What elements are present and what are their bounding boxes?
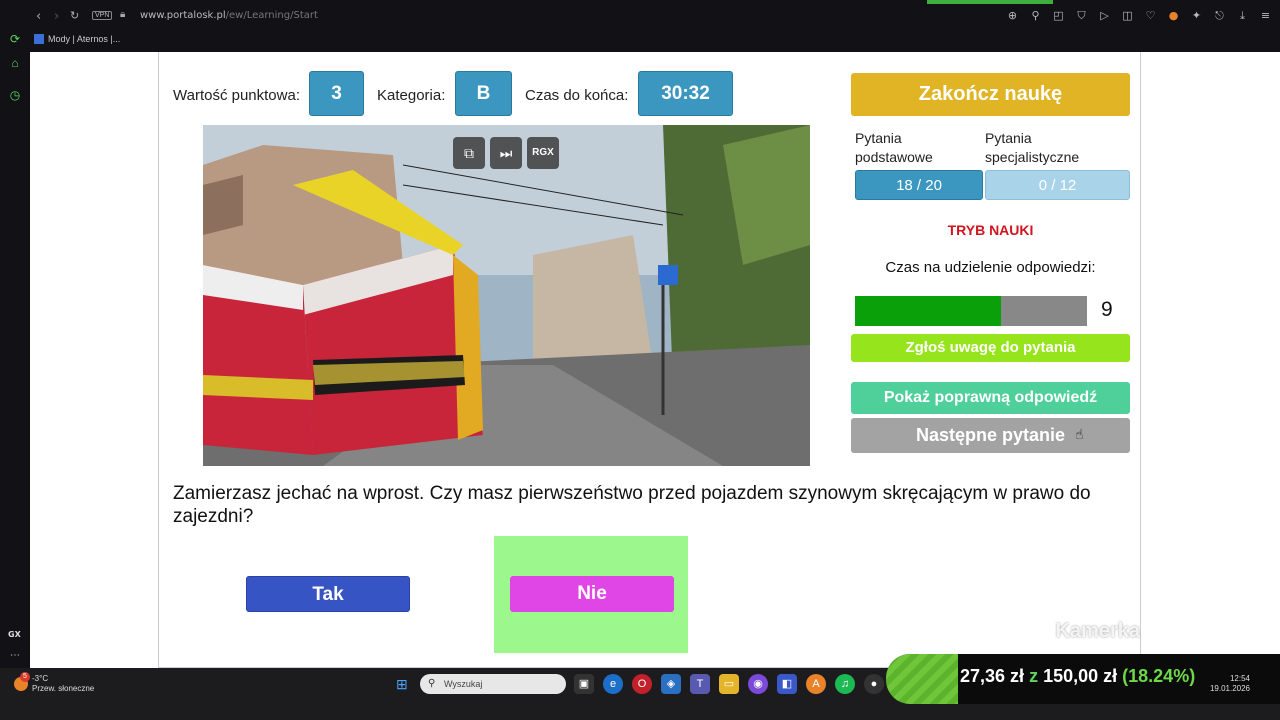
- folder-icon[interactable]: ▭: [719, 674, 739, 694]
- category-value: B: [455, 71, 512, 116]
- windows-start-icon[interactable]: ⊞: [396, 676, 408, 693]
- heart-icon[interactable]: ♡: [1144, 9, 1157, 23]
- app-icon[interactable]: ◧: [777, 674, 797, 694]
- pin-icon[interactable]: ⚲: [1029, 9, 1042, 23]
- camera-icon[interactable]: ◫: [1121, 9, 1134, 23]
- menu-icon[interactable]: ≡: [1259, 9, 1272, 23]
- more-icon[interactable]: ⋯: [10, 650, 20, 661]
- weather-badge: 5: [20, 672, 30, 682]
- bookmark-label: Mody | Aternos |...: [48, 34, 121, 44]
- cursor-icon: ☝︎: [1075, 426, 1084, 442]
- download-icon[interactable]: ⤓: [1236, 9, 1249, 23]
- weather-temp: -3°C: [32, 674, 49, 683]
- browser-toolbar: ‹ › ↻ VPN 🔒︎ www.portalosk.pl/ew/Learnin…: [30, 0, 1280, 32]
- taskview-icon[interactable]: ▣: [574, 674, 594, 694]
- clock-time: 12:54: [1229, 674, 1250, 683]
- camera-overlay-label: Kamerka: [1055, 620, 1140, 642]
- time-label: Czas do końca:: [525, 87, 629, 104]
- play-icon[interactable]: ▷: [1098, 9, 1111, 23]
- answer-time-value: 9: [1101, 298, 1113, 321]
- refresh-icon[interactable]: ⟳: [8, 32, 22, 46]
- rgx-button[interactable]: RGX: [527, 137, 559, 169]
- weather-widget[interactable]: 5 -3°C Przew. słoneczne: [14, 672, 95, 694]
- bookmark-icon: [34, 34, 44, 44]
- reload-icon[interactable]: ↻: [70, 9, 79, 22]
- popout-icon[interactable]: ⧉: [453, 137, 485, 169]
- page: Wartość punktowa: 3 Kategoria: B Czas do…: [30, 52, 1280, 668]
- back-icon[interactable]: ‹: [36, 9, 41, 24]
- donation-sep: z: [1029, 666, 1039, 686]
- address-bar[interactable]: www.portalosk.pl/ew/Learning/Start: [140, 10, 318, 21]
- toolbar-icons: ⊕ ⚲ ◰ ⛉ ▷ ◫ ♡ ● ✦ ⎋ ⤓ ≡: [1006, 9, 1272, 23]
- puzzle-icon[interactable]: ✦: [1190, 9, 1203, 23]
- basic-questions-count: 18 / 20: [855, 170, 983, 200]
- next-question-button[interactable]: Następne pytanie: [851, 418, 1130, 453]
- clock-date: 19.01.2026: [1209, 684, 1250, 693]
- donation-goal: 150,00 zł: [1043, 666, 1118, 686]
- vpn-badge[interactable]: VPN: [92, 11, 113, 20]
- question-text: Zamierzasz jechać na wprost. Czy masz pi…: [173, 483, 1091, 527]
- special-questions-count: 0 / 12: [985, 170, 1130, 200]
- bookmarks-bar: Mody | Aternos |...: [30, 32, 1280, 52]
- answer-time-label: Czas na udzielenie odpowiedzi:: [885, 259, 1096, 276]
- report-question-button[interactable]: Zgłoś uwagę do pytania: [851, 334, 1130, 362]
- answer-time-fill: [855, 296, 1002, 326]
- taskbar-search[interactable]: ⚲ Wyszukaj: [420, 674, 566, 694]
- forward-icon[interactable]: ›: [54, 9, 59, 24]
- answer-time-bar: [855, 296, 1087, 326]
- donation-percent: (18.24%): [1122, 666, 1196, 686]
- url-host: www.portalosk.pl: [140, 10, 226, 21]
- screenshot-icon[interactable]: ◰: [1052, 9, 1065, 23]
- taskbar-apps: ▣ e O ◈ T ▭ ◉ ◧ A ♫ ●: [574, 674, 884, 694]
- question-video[interactable]: ⧉ ⏭︎ RGX: [203, 125, 810, 466]
- weather-desc: Przew. słoneczne: [32, 684, 95, 693]
- system-clock[interactable]: 12:54 19.01.2026: [1210, 674, 1250, 694]
- teams-icon[interactable]: T: [690, 674, 710, 694]
- time-remaining: 30:32: [638, 71, 733, 116]
- extension-icon[interactable]: ●: [1167, 9, 1180, 23]
- gx-label: GX: [8, 630, 21, 639]
- clock-icon[interactable]: ◷: [8, 88, 22, 102]
- search-placeholder: Wyszukaj: [444, 679, 483, 689]
- answer-no-button[interactable]: Nie: [510, 576, 674, 612]
- zoom-icon[interactable]: ⊕: [1006, 9, 1019, 23]
- special-questions-label: Pytania specjalistyczne: [985, 130, 1080, 165]
- obs-icon[interactable]: ●: [864, 674, 884, 694]
- weather-icon: 5: [14, 672, 30, 691]
- wallet-icon[interactable]: ⌂: [8, 56, 22, 70]
- points-label: Wartość punktowa:: [173, 87, 300, 104]
- discord-icon[interactable]: ◉: [748, 674, 768, 694]
- avast-icon[interactable]: A: [806, 674, 826, 694]
- spotify-icon[interactable]: ♫: [835, 674, 855, 694]
- donation-current: 27,36 zł: [960, 666, 1025, 686]
- video-frame: [203, 125, 810, 466]
- mode-label: TRYB NAUKI: [947, 222, 1034, 238]
- active-tab-indicator: [927, 0, 1053, 4]
- share-icon[interactable]: ⎋: [1213, 9, 1226, 23]
- taskbar: 5 -3°C Przew. słoneczne ⊞ ⚲ Wyszukaj ▣ e O…: [0, 654, 1280, 720]
- store-icon[interactable]: ◈: [661, 674, 681, 694]
- opera-icon[interactable]: O: [632, 674, 652, 694]
- exam-card: Wartość punktowa: 3 Kategoria: B Czas do…: [158, 52, 1141, 668]
- url-path: /ew/Learning/Start: [225, 10, 318, 21]
- bookmark-item[interactable]: Mody | Aternos |...: [34, 34, 120, 44]
- lock-icon[interactable]: 🔒︎: [120, 9, 125, 20]
- search-icon: ⚲: [428, 678, 436, 689]
- browser-sidebar: ⟳ ⌂ ◷ GX ⋯: [0, 0, 30, 668]
- category-label: Kategoria:: [377, 87, 446, 104]
- show-answer-button[interactable]: Pokaż poprawną odpowiedź: [851, 382, 1130, 414]
- skip-icon[interactable]: ⏭︎: [490, 137, 522, 169]
- donation-progress: [886, 654, 958, 704]
- shield-icon[interactable]: ⛉: [1075, 9, 1088, 23]
- points-value: 3: [309, 71, 364, 116]
- answer-yes-button[interactable]: Tak: [246, 576, 410, 612]
- finish-learning-button[interactable]: Zakończ naukę: [851, 73, 1130, 116]
- edge-icon[interactable]: e: [603, 674, 623, 694]
- basic-questions-label: Pytania podstawowe: [855, 130, 933, 165]
